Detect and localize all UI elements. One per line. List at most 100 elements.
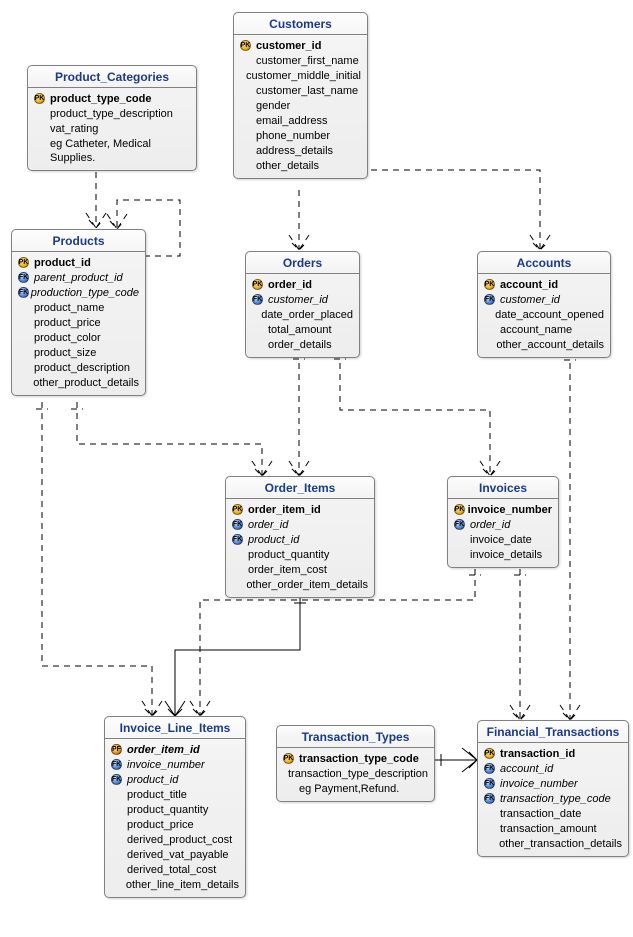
attribute-name: account_id <box>498 278 604 292</box>
entity-body: product_type_codeproduct_type_descriptio… <box>28 88 196 170</box>
attribute-row: product_name <box>17 300 139 315</box>
attribute-row: order_details <box>251 337 353 352</box>
attribute-name: transaction_type_code <box>297 752 428 766</box>
attribute-row: derived_total_cost <box>110 862 239 877</box>
attribute-row: eg Payment,Refund. <box>282 781 428 796</box>
entity-financial_transactions[interactable]: Financial_Transactionstransaction_idacco… <box>477 720 629 857</box>
no-key-icon <box>17 346 32 359</box>
entity-body: customer_idcustomer_first_namecustomer_m… <box>234 35 367 178</box>
no-key-icon <box>251 323 266 336</box>
attribute-name: product_color <box>32 331 139 345</box>
no-key-icon <box>282 782 297 795</box>
entity-invoice_line_items[interactable]: Invoice_Line_Itemsorder_item_idinvoice_n… <box>104 716 246 898</box>
attribute-name: invoice_date <box>468 533 552 547</box>
entity-title: Accounts <box>478 252 610 274</box>
attribute-name: order_item_id <box>246 503 368 517</box>
pk-key-icon <box>483 278 498 291</box>
no-key-icon <box>231 578 244 591</box>
attribute-name: other_order_item_details <box>244 578 368 592</box>
attribute-row: product_id <box>17 255 139 270</box>
attribute-row: customer_id <box>251 292 353 307</box>
attribute-name: other_details <box>254 159 361 173</box>
attribute-row: transaction_date <box>483 806 622 821</box>
attribute-row: order_item_id <box>110 742 239 757</box>
attribute-name: product_type_code <box>48 92 190 106</box>
attribute-row: invoice_date <box>453 532 552 547</box>
attribute-row: product_quantity <box>110 802 239 817</box>
attribute-name: email_address <box>254 114 361 128</box>
attribute-row: order_item_id <box>231 502 368 517</box>
no-key-icon <box>483 323 498 336</box>
no-key-icon <box>239 129 254 142</box>
attribute-row: derived_product_cost <box>110 832 239 847</box>
entity-body: product_idparent_product_idproduction_ty… <box>12 252 145 395</box>
entity-title: Invoice_Line_Items <box>105 717 245 739</box>
attribute-name: invoice_number <box>498 777 622 791</box>
attribute-name: eg Payment,Refund. <box>297 782 428 796</box>
attribute-row: order_id <box>251 277 353 292</box>
entity-title: Customers <box>234 13 367 35</box>
attribute-name: derived_product_cost <box>125 833 239 847</box>
pk-key-icon <box>251 278 266 291</box>
entity-customers[interactable]: Customerscustomer_idcustomer_first_namec… <box>233 12 368 179</box>
fk-key-icon <box>483 762 498 775</box>
attribute-name: product_title <box>125 788 239 802</box>
fk-key-icon <box>110 758 125 771</box>
attribute-row: phone_number <box>239 128 361 143</box>
attribute-name: product_price <box>125 818 239 832</box>
no-key-icon <box>282 767 286 780</box>
entity-product_categories[interactable]: Product_Categoriesproduct_type_codeprodu… <box>27 65 197 171</box>
attribute-name: customer_first_name <box>254 54 361 68</box>
pk-key-icon <box>282 752 297 765</box>
pk-key-icon <box>239 39 254 52</box>
entity-products[interactable]: Productsproduct_idparent_product_idprodu… <box>11 229 146 396</box>
no-key-icon <box>239 99 254 112</box>
fk-key-icon <box>17 286 29 299</box>
attribute-name: derived_vat_payable <box>125 848 239 862</box>
fk-key-icon <box>483 293 498 306</box>
no-key-icon <box>483 807 498 820</box>
attribute-name: production_type_code <box>29 286 139 300</box>
attribute-name: transaction_type_description <box>286 767 428 781</box>
attribute-name: product_id <box>246 533 368 547</box>
attribute-name: order_item_id <box>125 743 239 757</box>
entity-accounts[interactable]: Accountsaccount_idcustomer_iddate_accoun… <box>477 251 611 358</box>
entity-orders[interactable]: Ordersorder_idcustomer_iddate_order_plac… <box>245 251 360 358</box>
attribute-row: invoice_number <box>453 502 552 517</box>
attribute-name: product_quantity <box>246 548 368 562</box>
attribute-row: other_account_details <box>483 337 604 352</box>
attribute-row: product_description <box>17 360 139 375</box>
no-key-icon <box>17 376 31 389</box>
attribute-name: customer_middle_initial <box>244 69 361 83</box>
attribute-row: other_product_details <box>17 375 139 390</box>
entity-body: transaction_idaccount_idinvoice_numbertr… <box>478 743 628 856</box>
attribute-name: product_id <box>32 256 139 270</box>
entity-title: Products <box>12 230 145 252</box>
attribute-row: invoice_details <box>453 547 552 562</box>
attribute-row: product_id <box>110 772 239 787</box>
entity-order_items[interactable]: Order_Itemsorder_item_idorder_idproduct_… <box>225 476 375 598</box>
fk-key-icon <box>453 518 468 531</box>
pk-key-icon <box>33 92 48 105</box>
no-key-icon <box>33 122 48 135</box>
fk-key-icon <box>17 271 32 284</box>
attribute-name: product_id <box>125 773 239 787</box>
attribute-name: product_size <box>32 346 139 360</box>
attribute-row: transaction_amount <box>483 821 622 836</box>
no-key-icon <box>239 84 254 97</box>
entity-body: order_item_idorder_idproduct_idproduct_q… <box>226 499 374 597</box>
entity-body: order_idcustomer_iddate_order_placedtota… <box>246 274 359 357</box>
no-key-icon <box>483 822 498 835</box>
attribute-row: account_id <box>483 277 604 292</box>
attribute-row: vat_rating <box>33 121 190 136</box>
attribute-name: customer_id <box>254 39 361 53</box>
no-key-icon <box>231 548 246 561</box>
entity-invoices[interactable]: Invoicesinvoice_numberorder_idinvoice_da… <box>447 476 559 568</box>
fk-key-icon <box>251 293 266 306</box>
attribute-row: product_size <box>17 345 139 360</box>
attribute-name: order_id <box>468 518 552 532</box>
no-key-icon <box>110 818 125 831</box>
attribute-name: other_line_item_details <box>124 878 239 892</box>
attribute-row: email_address <box>239 113 361 128</box>
entity-transaction_types[interactable]: Transaction_Typestransaction_type_codetr… <box>276 725 435 802</box>
